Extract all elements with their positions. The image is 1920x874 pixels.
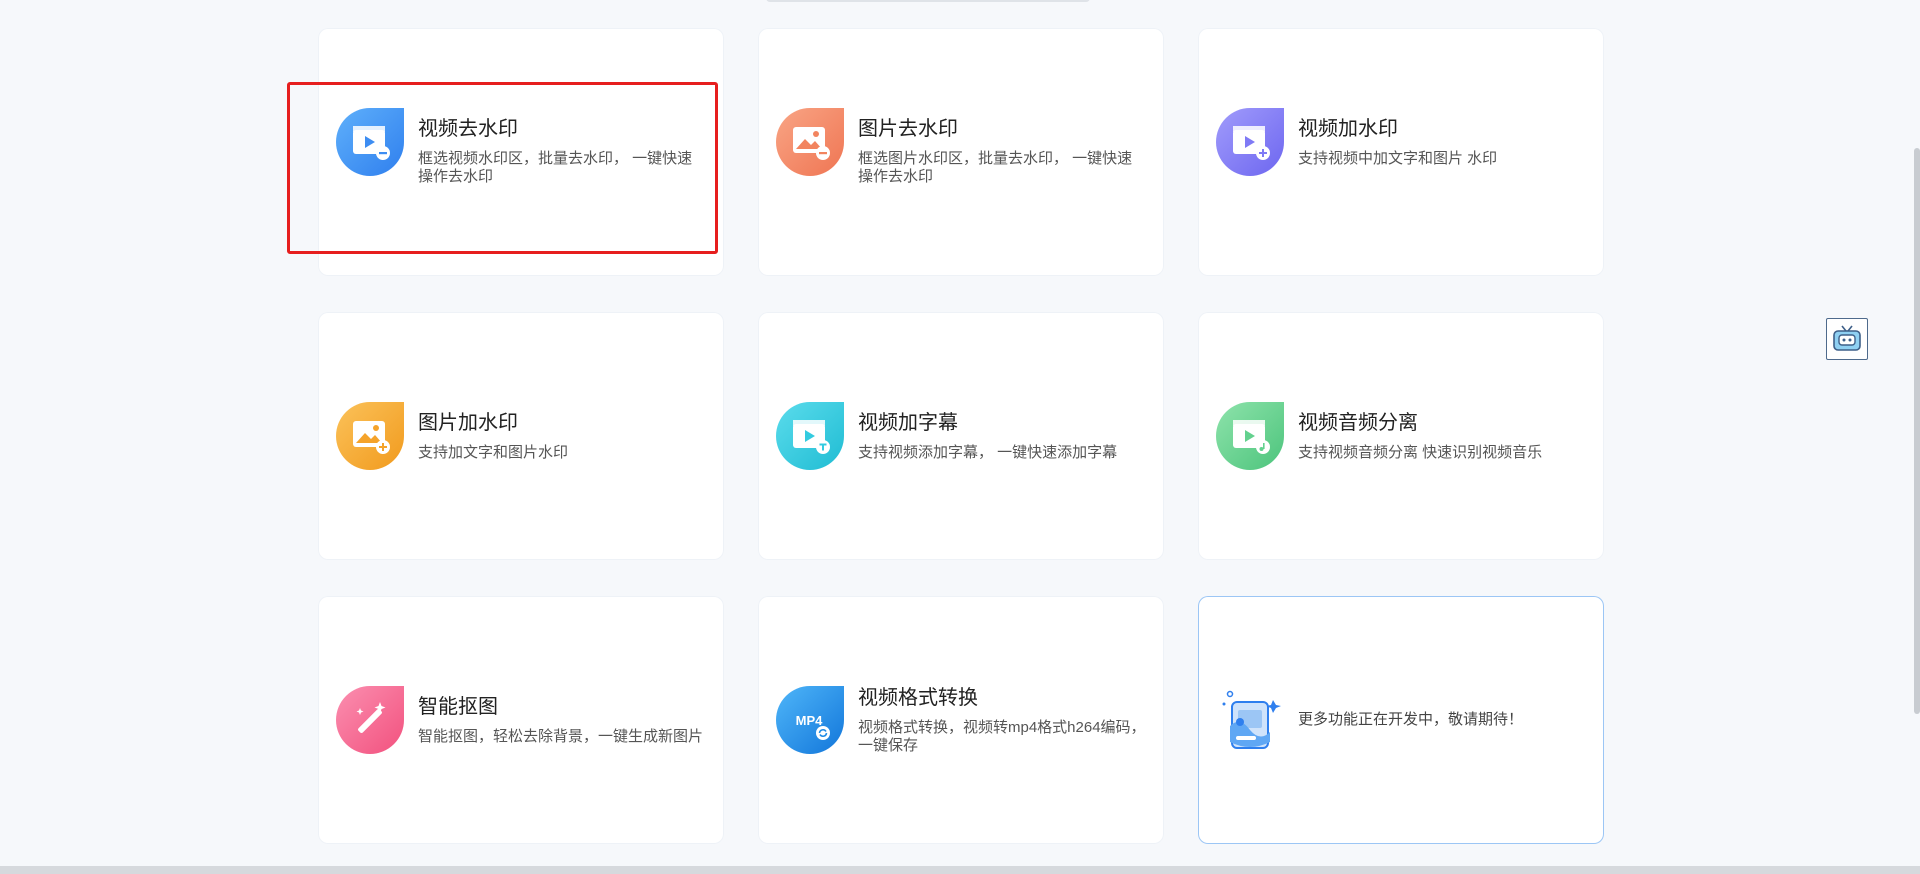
feature-grid: 视频去水印 框选视频水印区，批量去水印， 一键快速操作去水印 图片去水印 框选图… bbox=[318, 28, 1604, 844]
card-title: 视频加字幕 bbox=[858, 412, 958, 434]
coming-soon-illustration-icon bbox=[1216, 686, 1284, 754]
card-description: 支持视频中加文字和图片 水印 bbox=[1298, 150, 1498, 167]
card-title: 视频去水印 bbox=[418, 118, 518, 140]
card-description: 智能抠图，轻松去除背景，一键生成新图片 bbox=[418, 728, 704, 745]
card-video-audio-separate[interactable]: 视频音频分离 支持视频音频分离 快速识别视频音乐 bbox=[1198, 312, 1604, 560]
card-title: 智能抠图 bbox=[418, 696, 498, 718]
card-video-remove-watermark[interactable]: 视频去水印 框选视频水印区，批量去水印， 一键快速操作去水印 bbox=[318, 28, 724, 276]
image-remove-watermark-icon bbox=[776, 108, 844, 176]
card-description: 支持视频音频分离 快速识别视频音乐 bbox=[1298, 444, 1543, 461]
video-add-watermark-icon bbox=[1216, 108, 1284, 176]
video-remove-watermark-icon bbox=[336, 108, 404, 176]
card-title: 图片去水印 bbox=[858, 118, 958, 140]
vertical-scrollbar[interactable] bbox=[1914, 148, 1920, 714]
horizontal-scrollbar[interactable] bbox=[0, 866, 1920, 874]
video-subtitle-icon bbox=[776, 402, 844, 470]
card-image-add-watermark[interactable]: 图片加水印 支持加文字和图片水印 bbox=[318, 312, 724, 560]
mp4-badge-text: MP4 bbox=[796, 713, 824, 728]
card-title: 视频音频分离 bbox=[1298, 412, 1418, 434]
image-add-watermark-icon bbox=[336, 402, 404, 470]
card-description: 支持视频添加字幕， 一键快速添加字幕 bbox=[858, 444, 1118, 461]
card-title: 视频加水印 bbox=[1298, 118, 1398, 140]
card-title: 图片加水印 bbox=[418, 412, 518, 434]
mp4-convert-icon: MP4 bbox=[776, 686, 844, 754]
card-smart-cutout[interactable]: 智能抠图 智能抠图，轻松去除背景，一键生成新图片 bbox=[318, 596, 724, 844]
card-title: 视频格式转换 bbox=[858, 687, 978, 709]
card-description: 视频格式转换，视频转mp4格式h264编码，一键保存 bbox=[858, 719, 1146, 754]
card-description: 框选视频水印区，批量去水印， 一键快速操作去水印 bbox=[418, 150, 693, 185]
card-video-add-watermark[interactable]: 视频加水印 支持视频中加文字和图片 水印 bbox=[1198, 28, 1604, 276]
card-coming-soon: 更多功能正在开发中，敬请期待！ bbox=[1198, 596, 1604, 844]
top-scroll-pill bbox=[766, 0, 1090, 2]
video-audio-separate-icon bbox=[1216, 402, 1284, 470]
card-description: 支持加文字和图片水印 bbox=[418, 444, 569, 461]
coming-soon-text: 更多功能正在开发中，敬请期待！ bbox=[1298, 711, 1524, 728]
tv-robot-icon bbox=[1833, 325, 1861, 351]
card-video-subtitle[interactable]: 视频加字幕 支持视频添加字幕， 一键快速添加字幕 bbox=[758, 312, 1164, 560]
magic-wand-icon bbox=[336, 686, 404, 754]
side-assistant-button[interactable] bbox=[1826, 318, 1868, 360]
card-video-format-convert[interactable]: MP4 视频格式转换 视频格式转换，视频转mp4格式h264编码，一键保存 bbox=[758, 596, 1164, 844]
card-image-remove-watermark[interactable]: 图片去水印 框选图片水印区，批量去水印， 一键快速操作去水印 bbox=[758, 28, 1164, 276]
card-description: 框选图片水印区，批量去水印， 一键快速操作去水印 bbox=[858, 150, 1133, 185]
